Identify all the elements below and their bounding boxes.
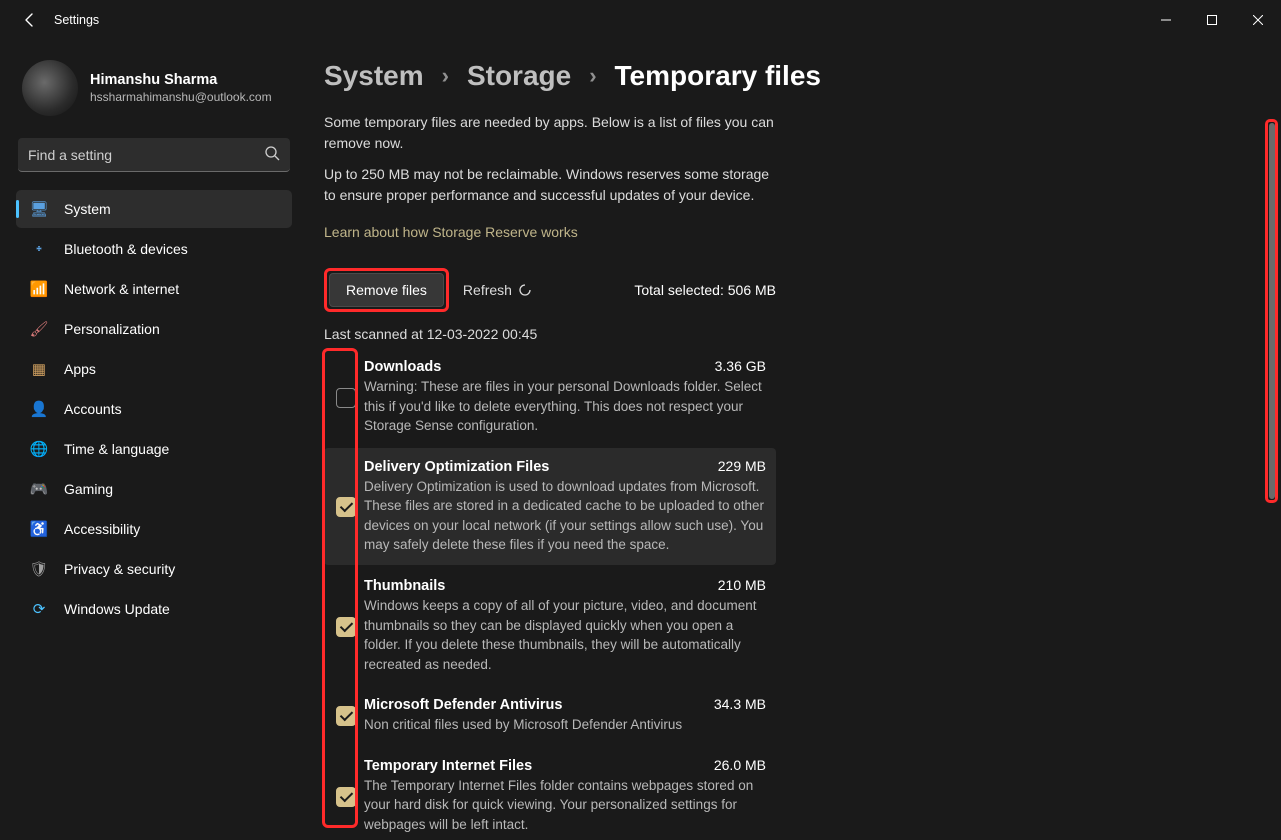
nav-label: Gaming <box>64 481 113 497</box>
nav-icon: 🌐 <box>30 440 48 458</box>
nav-label: Network & internet <box>64 281 179 297</box>
profile-email: hssharmahimanshu@outlook.com <box>90 90 272 104</box>
storage-reserve-link[interactable]: Learn about how Storage Reserve works <box>324 224 578 240</box>
file-title: Temporary Internet Files <box>364 758 532 774</box>
arrow-left-icon <box>22 12 38 28</box>
file-desc: Windows keeps a copy of all of your pict… <box>364 596 766 674</box>
file-checkbox[interactable] <box>336 787 356 807</box>
remove-files-button[interactable]: Remove files <box>329 273 444 307</box>
nav-label: Apps <box>64 361 96 377</box>
sidebar-item-apps[interactable]: ▦ Apps <box>16 350 292 388</box>
nav-icon: 📶 <box>30 280 48 298</box>
refresh-button[interactable]: Refresh <box>463 282 532 298</box>
refresh-label: Refresh <box>463 282 512 298</box>
file-item[interactable]: Downloads 3.36 GB Warning: These are files… <box>324 348 776 446</box>
nav-label: Time & language <box>64 441 169 457</box>
highlight-remove-button: Remove files <box>324 268 449 312</box>
close-icon <box>1253 15 1263 25</box>
search-input[interactable] <box>18 138 290 172</box>
window-title: Settings <box>54 13 99 27</box>
file-desc: The Temporary Internet Files folder cont… <box>364 776 766 835</box>
nav-icon: 🖌 <box>30 320 48 338</box>
file-item[interactable]: Temporary Internet Files 26.0 MB The Tempo… <box>324 747 776 840</box>
sidebar-item-accounts[interactable]: 👤 Accounts <box>16 390 292 428</box>
avatar <box>22 60 78 116</box>
nav-icon: ⟳ <box>30 600 48 618</box>
maximize-icon <box>1207 15 1217 25</box>
main: System › Storage › Temporary files Some … <box>302 40 1281 840</box>
highlight-scrollbar <box>1265 119 1278 503</box>
sidebar-item-privacy-security[interactable]: 🛡 Privacy & security <box>16 550 292 588</box>
maximize-button[interactable] <box>1189 4 1235 36</box>
sidebar-item-gaming[interactable]: 🎮 Gaming <box>16 470 292 508</box>
page-title: Temporary files <box>615 60 821 92</box>
file-size: 229 MB <box>718 458 766 474</box>
refresh-icon <box>518 283 532 297</box>
minimize-button[interactable] <box>1143 4 1189 36</box>
file-desc: Warning: These are files in your persona… <box>364 377 766 436</box>
file-title: Delivery Optimization Files <box>364 459 549 475</box>
intro-text-1: Some temporary files are needed by apps.… <box>324 112 784 154</box>
file-item[interactable]: Thumbnails 210 MB Windows keeps a copy of … <box>324 567 776 684</box>
crumb-storage[interactable]: Storage <box>467 60 571 92</box>
nav-icon: ᛭ <box>30 241 48 258</box>
close-button[interactable] <box>1235 4 1281 36</box>
nav-icon: ▦ <box>30 360 48 378</box>
chevron-right-icon: › <box>442 63 449 89</box>
nav-icon: 👤 <box>30 400 48 418</box>
nav-list: 🖥 System ᛭ Bluetooth & devices 📶 Network & in… <box>16 190 292 628</box>
titlebar: Settings <box>0 0 1281 40</box>
file-checkbox[interactable] <box>336 497 356 517</box>
file-size: 210 MB <box>718 577 766 593</box>
crumb-system[interactable]: System <box>324 60 424 92</box>
nav-label: Accounts <box>64 401 122 417</box>
sidebar-item-windows-update[interactable]: ⟳ Windows Update <box>16 590 292 628</box>
file-item[interactable]: Microsoft Defender Antivirus 34.3 MB Non c… <box>324 686 776 745</box>
breadcrumb: System › Storage › Temporary files <box>324 60 1251 92</box>
nav-label: Personalization <box>64 321 160 337</box>
nav-label: Privacy & security <box>64 561 175 577</box>
sidebar-item-system[interactable]: 🖥 System <box>16 190 292 228</box>
file-checkbox[interactable] <box>336 617 356 637</box>
action-row: Remove files Refresh Total selected: 506… <box>324 268 776 312</box>
window-controls <box>1143 4 1281 36</box>
file-checkbox[interactable] <box>336 706 356 726</box>
sidebar: Himanshu Sharma hssharmahimanshu@outlook… <box>0 40 302 840</box>
minimize-icon <box>1161 15 1171 25</box>
nav-icon: 🎮 <box>30 480 48 498</box>
file-size: 34.3 MB <box>714 696 766 712</box>
sidebar-item-personalization[interactable]: 🖌 Personalization <box>16 310 292 348</box>
nav-icon: 🛡 <box>30 560 48 578</box>
total-selected: Total selected: 506 MB <box>634 282 776 298</box>
file-checkbox[interactable] <box>336 388 356 408</box>
nav-label: Windows Update <box>64 601 170 617</box>
profile-block[interactable]: Himanshu Sharma hssharmahimanshu@outlook… <box>16 54 292 134</box>
file-title: Microsoft Defender Antivirus <box>364 697 562 713</box>
sidebar-item-bluetooth-devices[interactable]: ᛭ Bluetooth & devices <box>16 230 292 268</box>
file-size: 26.0 MB <box>714 757 766 773</box>
file-desc: Delivery Optimization is used to downloa… <box>364 477 766 555</box>
sidebar-item-time-language[interactable]: 🌐 Time & language <box>16 430 292 468</box>
file-list: Downloads 3.36 GB Warning: These are files… <box>324 348 776 840</box>
file-item[interactable]: Delivery Optimization Files 229 MB Deliver… <box>324 448 776 565</box>
profile-name: Himanshu Sharma <box>90 72 272 88</box>
nav-label: System <box>64 201 111 217</box>
file-desc: Non critical files used by Microsoft Def… <box>364 715 766 735</box>
search-wrap <box>18 138 290 172</box>
search-icon <box>265 146 280 164</box>
sidebar-item-network-internet[interactable]: 📶 Network & internet <box>16 270 292 308</box>
nav-icon: 🖥 <box>30 200 48 218</box>
nav-label: Accessibility <box>64 521 140 537</box>
file-title: Thumbnails <box>364 578 445 594</box>
nav-icon: ♿ <box>30 520 48 538</box>
intro-text-2: Up to 250 MB may not be reclaimable. Win… <box>324 164 784 206</box>
chevron-right-icon: › <box>589 63 596 89</box>
nav-label: Bluetooth & devices <box>64 241 188 257</box>
last-scanned: Last scanned at 12-03-2022 00:45 <box>324 326 1251 342</box>
back-button[interactable] <box>12 2 48 38</box>
file-size: 3.36 GB <box>715 358 766 374</box>
sidebar-item-accessibility[interactable]: ♿ Accessibility <box>16 510 292 548</box>
file-title: Downloads <box>364 359 441 375</box>
